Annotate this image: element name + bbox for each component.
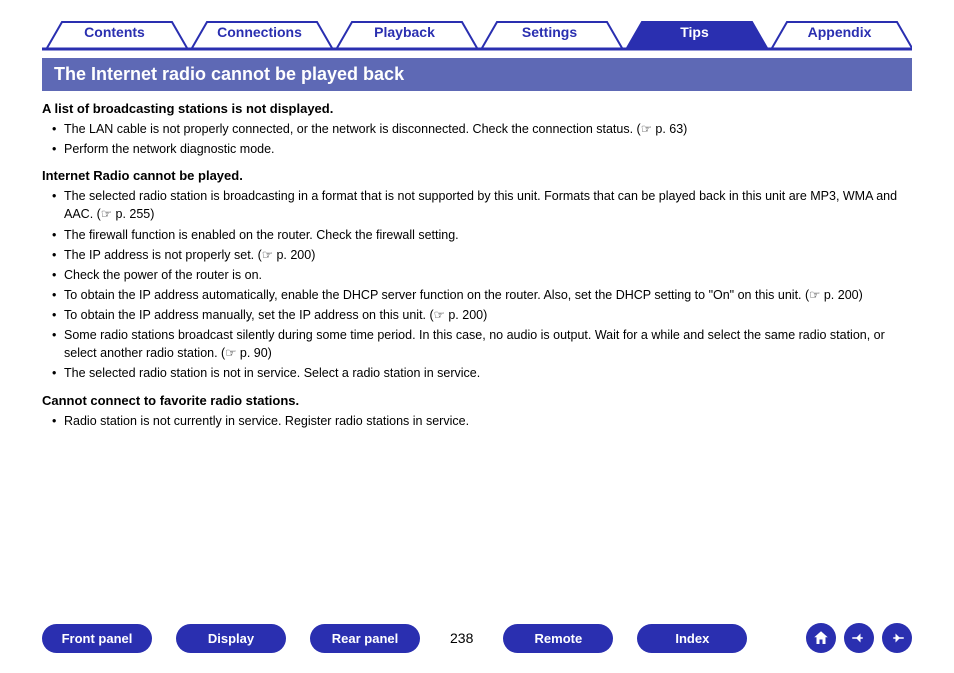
rear-panel-button[interactable]: Rear panel <box>310 624 420 653</box>
list-item: To obtain the IP address automatically, … <box>52 286 912 304</box>
topic-heading: Cannot connect to favorite radio station… <box>42 393 912 408</box>
list-item: The firewall function is enabled on the … <box>52 226 912 244</box>
list-item: Perform the network diagnostic mode. <box>52 140 912 158</box>
topic-group-2: Cannot connect to favorite radio station… <box>42 393 912 430</box>
tab-contents[interactable]: Contents <box>42 18 187 52</box>
tab-connections[interactable]: Connections <box>187 18 332 52</box>
topic-group-0: A list of broadcasting stations is not d… <box>42 101 912 158</box>
next-icon[interactable] <box>882 623 912 653</box>
display-button[interactable]: Display <box>176 624 286 653</box>
list-item: Some radio stations broadcast silently d… <box>52 326 912 362</box>
topic-list: The LAN cable is not properly connected,… <box>42 120 912 158</box>
tab-appendix[interactable]: Appendix <box>767 18 912 52</box>
topic-list: Radio station is not currently in servic… <box>42 412 912 430</box>
page-number: 238 <box>444 630 479 646</box>
section-title: The Internet radio cannot be played back <box>42 58 912 91</box>
topic-list: The selected radio station is broadcasti… <box>42 187 912 382</box>
topic-group-1: Internet Radio cannot be played. The sel… <box>42 168 912 382</box>
list-item: Radio station is not currently in servic… <box>52 412 912 430</box>
prev-icon[interactable] <box>844 623 874 653</box>
list-item: The IP address is not properly set. (☞ p… <box>52 246 912 264</box>
tab-playback[interactable]: Playback <box>332 18 477 52</box>
front-panel-button[interactable]: Front panel <box>42 624 152 653</box>
list-item: To obtain the IP address manually, set t… <box>52 306 912 324</box>
top-tabs: Contents Connections Playback Settings T… <box>42 18 912 52</box>
topic-heading: Internet Radio cannot be played. <box>42 168 912 183</box>
list-item: The LAN cable is not properly connected,… <box>52 120 912 138</box>
index-button[interactable]: Index <box>637 624 747 653</box>
footer-nav: Front panel Display Rear panel 238 Remot… <box>0 623 954 653</box>
list-item: Check the power of the router is on. <box>52 266 912 284</box>
tab-tips[interactable]: Tips <box>622 18 767 52</box>
home-icon[interactable] <box>806 623 836 653</box>
list-item: The selected radio station is not in ser… <box>52 364 912 382</box>
list-item: The selected radio station is broadcasti… <box>52 187 912 223</box>
tab-settings[interactable]: Settings <box>477 18 622 52</box>
topic-heading: A list of broadcasting stations is not d… <box>42 101 912 116</box>
remote-button[interactable]: Remote <box>503 624 613 653</box>
